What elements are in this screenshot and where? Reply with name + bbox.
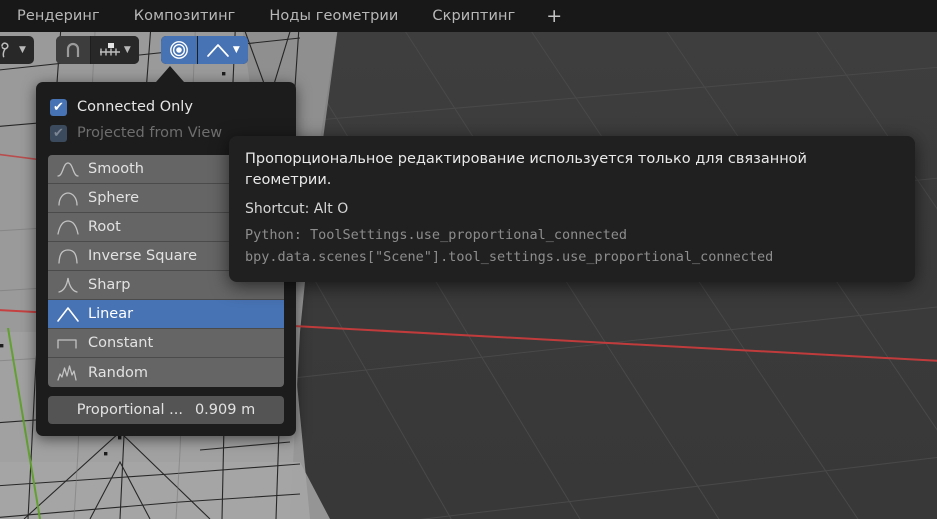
tooltip-description: Пропорциональное редактирование использу… bbox=[245, 151, 807, 188]
falloff-sharp-icon bbox=[58, 277, 78, 293]
proportional-falloff-dropdown[interactable]: ▼ bbox=[196, 35, 248, 64]
chevron-down-icon: ▼ bbox=[232, 44, 240, 55]
tooltip: Пропорциональное редактирование использу… bbox=[229, 136, 915, 283]
proportional-size-label: Proportional ... bbox=[76, 402, 183, 418]
snap-magnet-button[interactable] bbox=[55, 35, 90, 64]
chevron-down-icon: ▼ bbox=[19, 44, 26, 55]
falloff-linear-icon bbox=[206, 43, 229, 57]
falloff-sphere-icon bbox=[58, 192, 78, 206]
falloff-label: Random bbox=[88, 364, 149, 381]
select-mode-button[interactable]: ▼ bbox=[0, 35, 34, 64]
checkbox-connected-only[interactable]: ✔ bbox=[50, 98, 67, 116]
falloff-root-icon bbox=[57, 220, 79, 235]
tab-geometry-nodes[interactable]: Ноды геометрии bbox=[252, 0, 415, 32]
label-projected-from-view: Projected from View bbox=[77, 125, 223, 141]
falloff-label: Constant bbox=[88, 335, 154, 351]
select-mode-group: ▼ bbox=[0, 35, 34, 64]
falloff-item-linear[interactable]: Linear bbox=[48, 300, 284, 329]
falloff-constant-icon bbox=[57, 339, 77, 349]
add-workspace-button[interactable]: + bbox=[532, 0, 576, 32]
chevron-down-icon: ▼ bbox=[123, 44, 131, 55]
blender-window: Рендеринг Композитинг Ноды геометрии Скр… bbox=[0, 0, 937, 519]
falloff-label: Sphere bbox=[88, 190, 140, 206]
falloff-random-icon bbox=[57, 364, 77, 381]
falloff-label: Inverse Square bbox=[88, 248, 198, 264]
workspace-tab-bar: Рендеринг Композитинг Ноды геометрии Скр… bbox=[0, 0, 937, 32]
snapping-group: ▼ bbox=[55, 35, 139, 64]
falloff-label: Sharp bbox=[88, 277, 131, 293]
checkbox-row-connected-only[interactable]: ✔ Connected Only bbox=[48, 94, 284, 120]
tab-scripting[interactable]: Скриптинг bbox=[415, 0, 532, 32]
viewport-header-toolbar: ▼ ▼ ▼ bbox=[0, 32, 248, 67]
popover-arrow bbox=[156, 66, 184, 82]
falloff-smooth-icon bbox=[57, 162, 79, 177]
tooltip-shortcut: Shortcut: Alt O bbox=[245, 201, 349, 218]
falloff-inverse-square-icon bbox=[58, 249, 78, 264]
falloff-linear-icon bbox=[57, 307, 79, 322]
proportional-editing-group: ▼ bbox=[160, 35, 248, 64]
tooltip-python-path-2: bpy.data.scenes["Scene"].tool_settings.u… bbox=[245, 248, 774, 265]
falloff-item-random[interactable]: Random bbox=[48, 358, 284, 387]
label-connected-only: Connected Only bbox=[77, 99, 193, 115]
magnet-icon bbox=[66, 42, 80, 57]
snap-increment-icon bbox=[99, 42, 120, 55]
falloff-label: Root bbox=[88, 219, 121, 235]
proportional-editing-toggle[interactable] bbox=[160, 35, 197, 64]
checkbox-projected-from-view[interactable]: ✔ bbox=[50, 124, 67, 142]
falloff-item-constant[interactable]: Constant bbox=[48, 329, 284, 358]
tab-rendering[interactable]: Рендеринг bbox=[0, 0, 117, 32]
proportional-circle-icon bbox=[169, 40, 188, 59]
tab-compositing[interactable]: Композитинг bbox=[117, 0, 253, 32]
lasso-select-icon bbox=[1, 41, 9, 57]
proportional-size-field[interactable]: Proportional ... 0.909 m bbox=[48, 396, 284, 424]
tooltip-python-path-1: Python: ToolSettings.use_proportional_co… bbox=[245, 227, 628, 244]
falloff-label: Linear bbox=[88, 306, 134, 322]
proportional-size-value: 0.909 m bbox=[194, 402, 256, 418]
snap-to-button[interactable]: ▼ bbox=[89, 35, 139, 64]
falloff-label: Smooth bbox=[88, 161, 144, 177]
